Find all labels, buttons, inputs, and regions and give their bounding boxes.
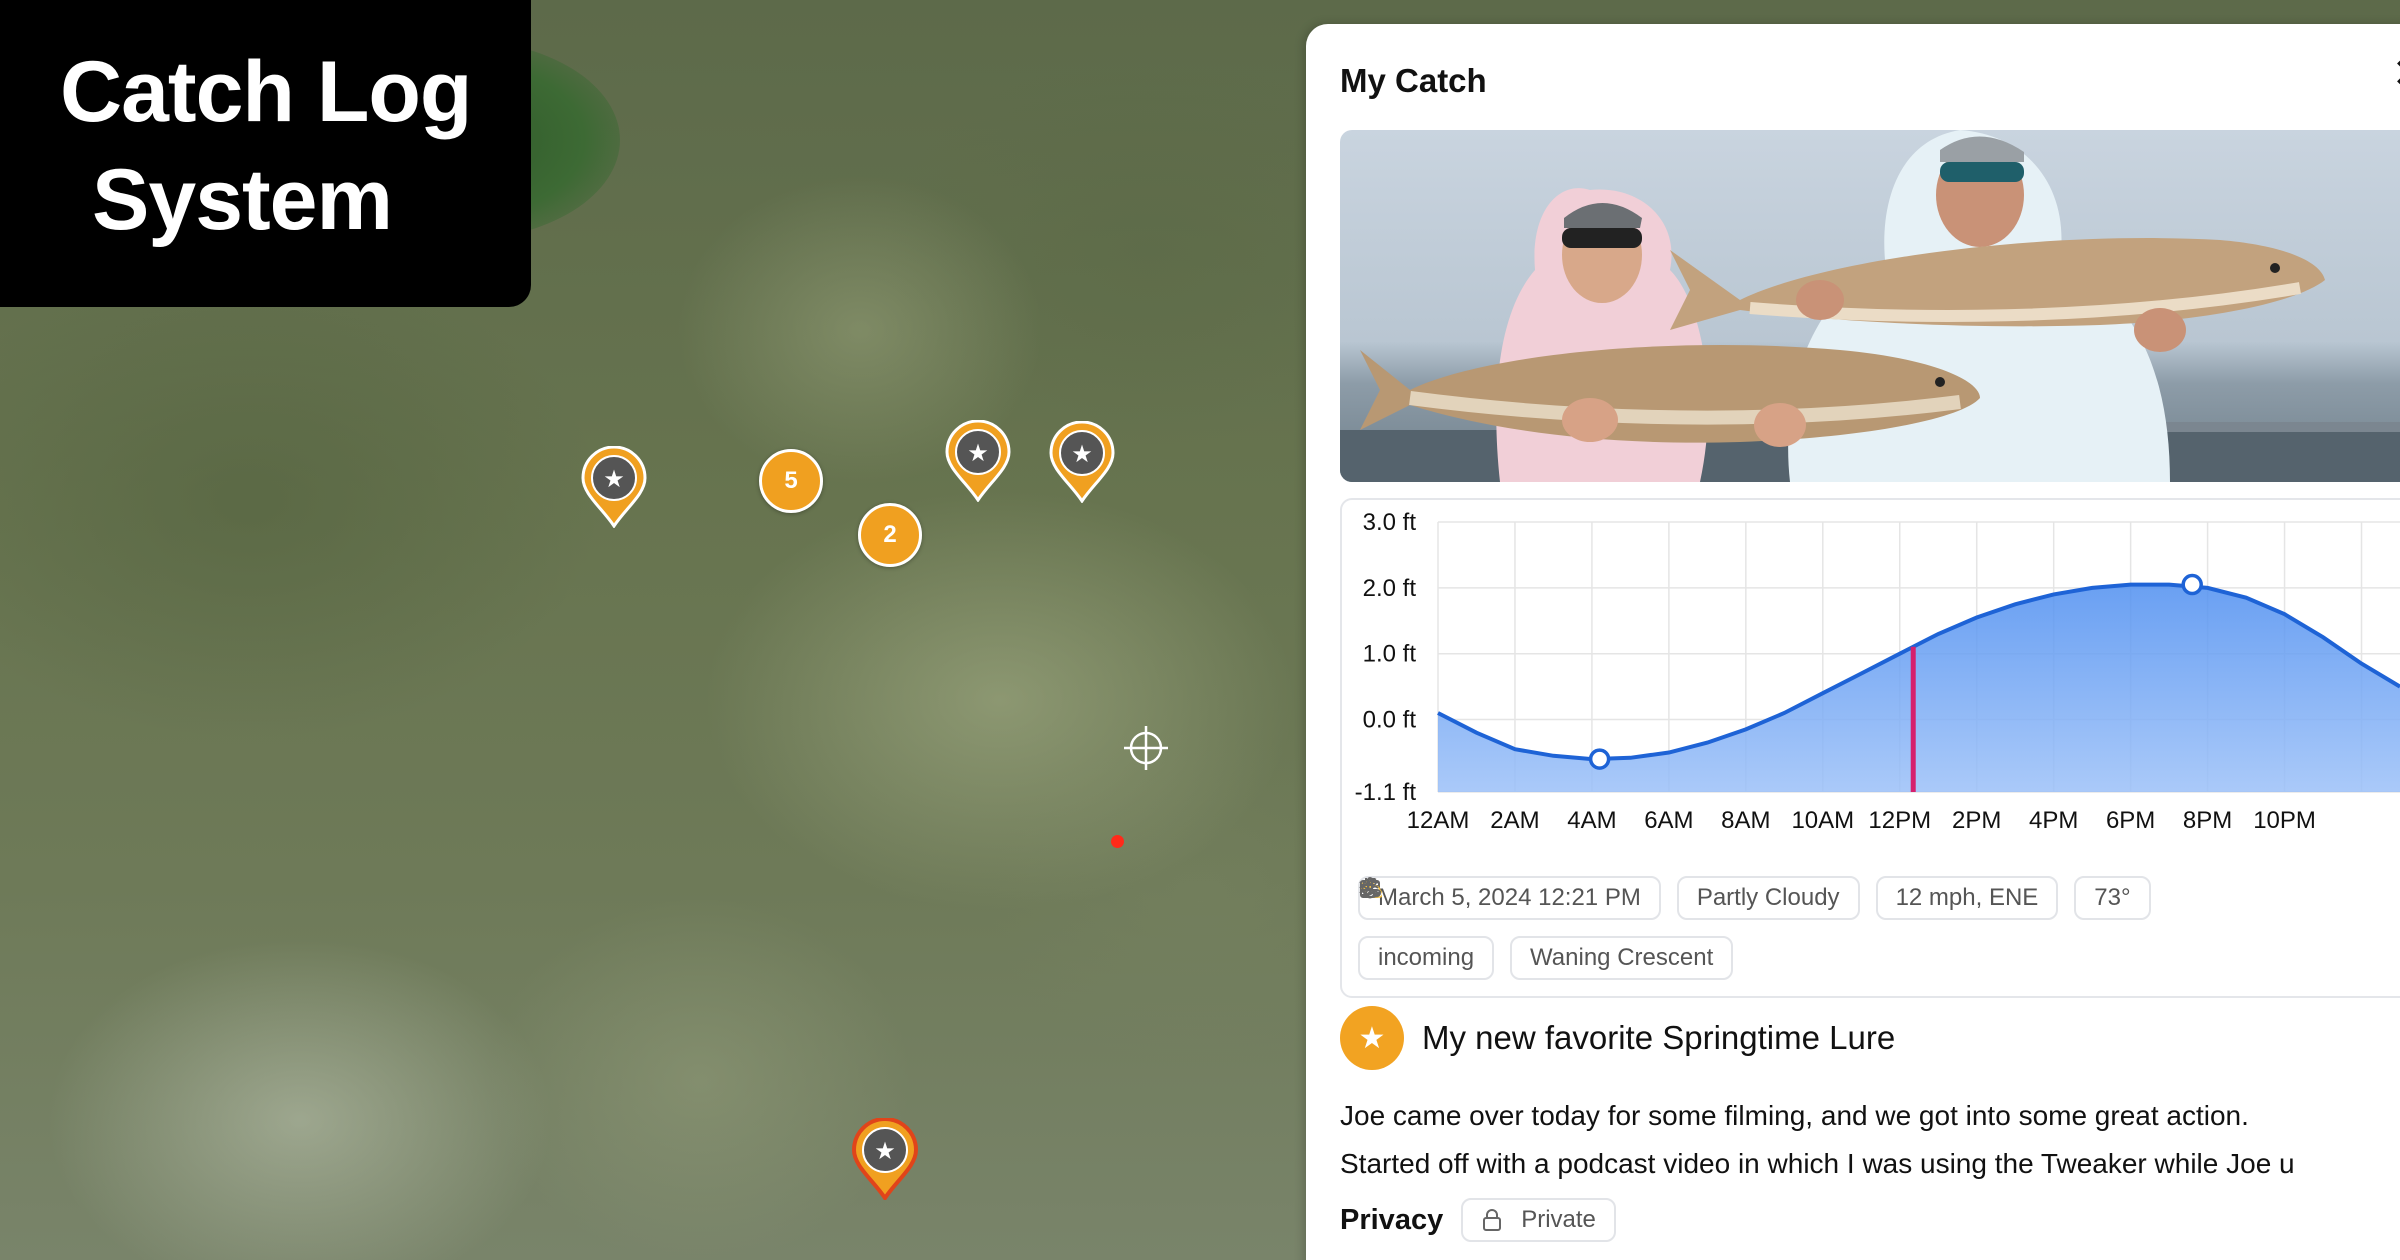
y-tick-label: 0.0 ft (1363, 707, 1417, 734)
y-tick-label: 1.0 ft (1363, 641, 1417, 668)
lock-icon (1483, 1209, 1502, 1231)
wind-chip: 12 mph, ENE (1361, 876, 2059, 920)
tide-chart: 3.0 ft 2.0 ft 1.0 ft 0.0 ft -1.1 ft12AM 2AM 4A… (1355, 509, 2400, 834)
tide-status-text: incoming (1378, 944, 1475, 971)
temperature-chip: 73° (1365, 876, 2151, 920)
weather-text: Partly Cloudy (1696, 884, 1840, 911)
x-tick-label: 12PM (1868, 807, 1931, 834)
x-tick-label: 4PM (2029, 807, 2078, 834)
x-tick-label: 2AM (1490, 807, 1539, 834)
privacy-row: Privacy Private (1340, 1198, 1616, 1242)
description-line: Joe came over today for some filming, an… (1340, 1100, 2249, 1131)
star-icon: ★ (1340, 1006, 1404, 1070)
x-tick-label: 10AM (1791, 807, 1854, 834)
date-text: March 5, 2024 12:21 PM (1378, 884, 1641, 911)
y-tick-label: 2.0 ft (1363, 575, 1417, 602)
y-tick-label: -1.1 ft (1355, 779, 1417, 806)
catch-marker-pin[interactable]: ★ (1048, 421, 1116, 503)
current-location-dot (1111, 835, 1124, 848)
wind-text: 12 mph, ENE (1895, 884, 2039, 911)
tide-high-marker (2181, 573, 2203, 596)
title-overlay: Catch Log System (0, 0, 531, 307)
close-icon[interactable]: ✕ (2392, 54, 2400, 94)
privacy-label: Privacy (1340, 1203, 1444, 1236)
moon-phase-text: Waning Crescent (1530, 944, 1714, 971)
catch-marker-pin[interactable]: ★ (944, 420, 1012, 502)
moon-icon (1361, 877, 1382, 898)
panel-title: My Catch (1340, 62, 1487, 99)
temperature-text: 73° (2094, 884, 2131, 911)
x-tick-label: 8PM (2183, 807, 2232, 834)
overlay-title-line2: System (92, 152, 393, 248)
x-tick-label: 8AM (1721, 807, 1770, 834)
marker-cluster[interactable]: 5 (759, 449, 823, 513)
svg-text:★: ★ (967, 439, 989, 467)
tide-low-marker (1588, 748, 1611, 770)
svg-text:★: ★ (874, 1137, 896, 1165)
x-tick-label: 10PM (2253, 807, 2316, 834)
tide-area (1438, 584, 2400, 792)
catch-detail-panel: My Catch ✕ (1306, 24, 2400, 1260)
crosshair-icon (1124, 726, 1168, 770)
svg-text:★: ★ (1071, 440, 1093, 468)
description-line: Started off with a podcast video in whic… (1340, 1148, 2295, 1179)
marker-cluster[interactable]: 2 (858, 503, 922, 567)
weather-chip: Partly Cloudy (1361, 876, 1860, 920)
x-tick-label: 2PM (1952, 807, 2001, 834)
x-tick-label: 6PM (2106, 807, 2155, 834)
x-tick-label: 6AM (1644, 807, 1693, 834)
tide-chart-card: 3.0 ft 2.0 ft 1.0 ft 0.0 ft -1.1 ft 12AM 2AM 4A… (1340, 498, 2400, 998)
y-tick-label: 3.0 ft (1363, 509, 1417, 536)
catch-title: My new favorite Springtime Lure (1422, 1019, 1896, 1056)
overlay-title: Catch Log System (60, 38, 472, 254)
privacy-value: Private (1521, 1206, 1596, 1233)
x-tick-label: 4AM (1567, 807, 1616, 834)
svg-text:★: ★ (603, 465, 625, 493)
conditions-chips: March 5, 2024 12:21 PM Partly Cloudy 12 … (1358, 876, 2400, 996)
date-chip: March 5, 2024 12:21 PM (1358, 876, 1661, 920)
selected-catch-marker-pin[interactable]: ★ (851, 1118, 919, 1200)
overlay-title-line1: Catch Log (60, 44, 472, 140)
catch-description: Joe came over today for some filming, an… (1340, 1092, 2400, 1188)
catch-marker-pin[interactable]: ★ (580, 446, 648, 528)
moon-phase-chip: Waning Crescent (1361, 877, 1734, 980)
catch-title-row: ★ My new favorite Springtime Lure (1340, 1006, 1895, 1070)
catch-photo[interactable] (1340, 130, 2400, 482)
privacy-toggle[interactable]: Private (1461, 1198, 1616, 1242)
x-tick-label: 12AM (1407, 807, 1470, 834)
tide-status-chip: incoming (1358, 880, 1495, 980)
